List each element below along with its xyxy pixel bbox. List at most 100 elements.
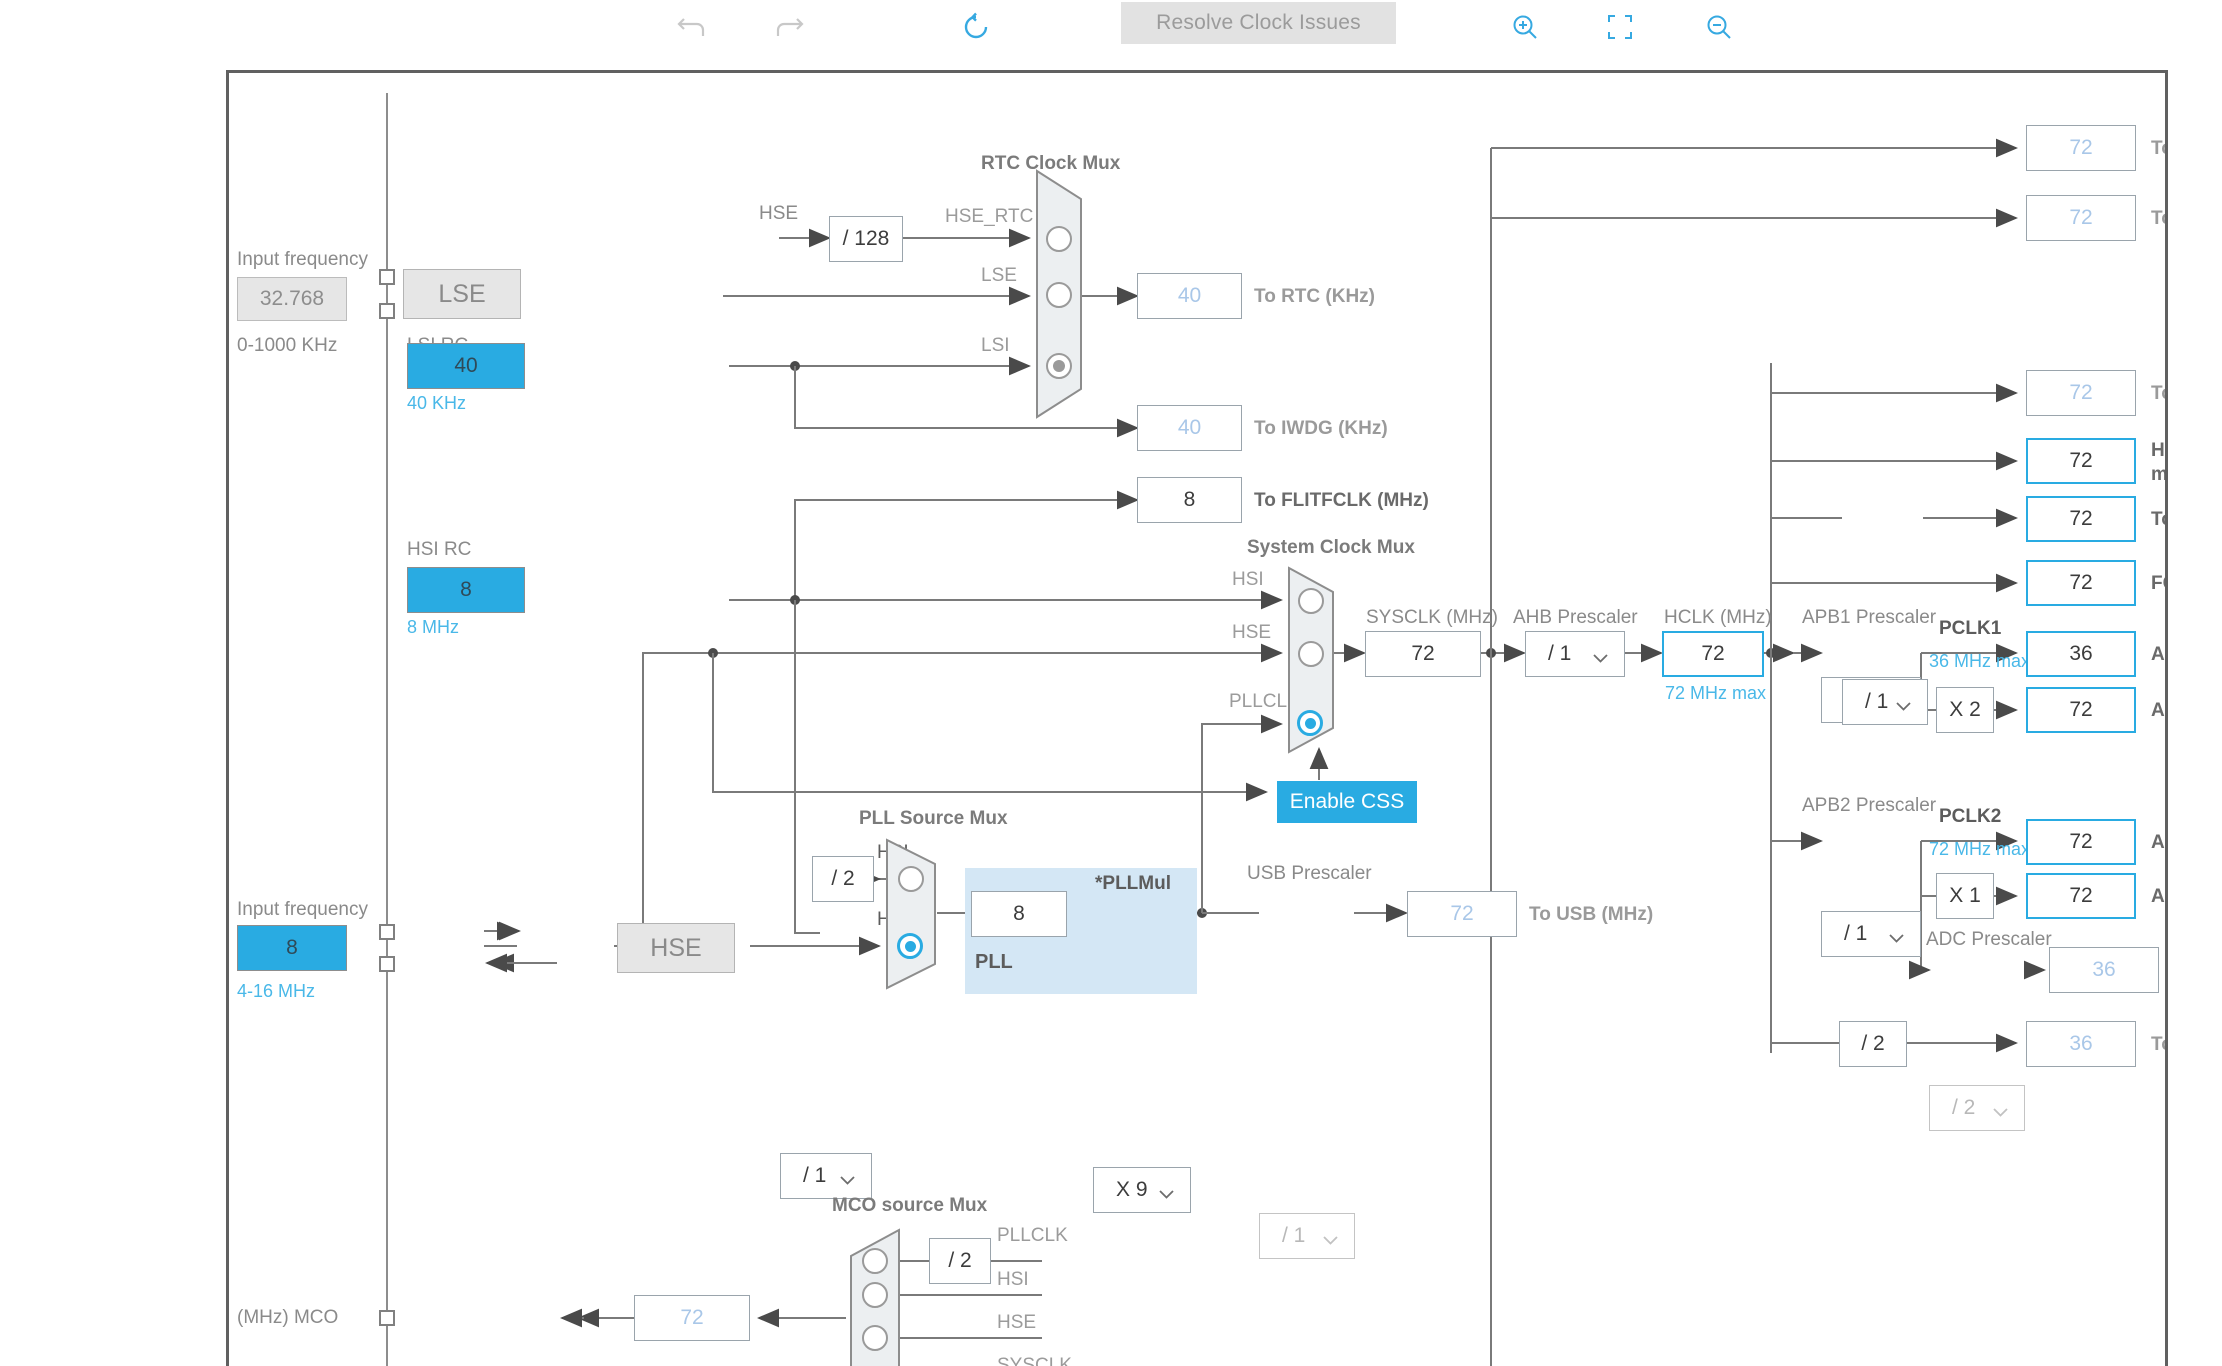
- clock-tree-diagram: Input frequency 32.768 0-1000 KHz LSE LS…: [229, 73, 2165, 1366]
- lse-pin-osc-out[interactable]: [379, 303, 395, 319]
- fit-screen-icon: [1607, 14, 1633, 40]
- undo-button[interactable]: [665, 4, 719, 50]
- pll-source-mux-radio-hsi[interactable]: [898, 866, 924, 892]
- apb1-timer-multiplier: X 2: [1936, 687, 1994, 733]
- pll-source-mux-radio-hse[interactable]: [897, 933, 923, 959]
- apb2-prescaler-select[interactable]: / 1: [1821, 911, 1921, 957]
- sdio-divider: / 2: [1839, 1021, 1907, 1067]
- usb-prescaler-label: USB Prescaler: [1247, 863, 1372, 884]
- mco-mux-radio-hsi[interactable]: [862, 1282, 888, 1308]
- sysclk-mux-radio-pllclk[interactable]: [1297, 710, 1323, 736]
- mco-source-mux-title: MCO source Mux: [832, 1195, 988, 1216]
- adc-prescaler-value: / 2: [1952, 1096, 1976, 1119]
- sysclk-value: 72: [1365, 631, 1481, 677]
- hsi-value-field[interactable]: 8: [407, 567, 525, 613]
- reset-button[interactable]: [949, 4, 1003, 50]
- pllmul-label: *PLLMul: [1095, 873, 1171, 894]
- apb2-timer-label: APB2 timer clocks (MHz): [2151, 886, 2165, 907]
- pclk1-label: PCLK1: [1939, 618, 2002, 639]
- apb2-periph-value[interactable]: 72: [2026, 819, 2136, 865]
- fit-screen-button[interactable]: [1593, 4, 1647, 50]
- chevron-down-icon: [840, 1176, 855, 1185]
- pll-group-label: PLL: [975, 951, 1013, 973]
- hclk-ahb-label: HCLK to AHB bus, core, memory and DMA (M…: [2151, 439, 2168, 487]
- adc-prescaler-select[interactable]: / 2: [1929, 1085, 2025, 1131]
- mco-mux-input-label-hse: HSE: [997, 1312, 1037, 1333]
- to-adc-value: 36: [2049, 947, 2159, 993]
- hse-oscillator-block[interactable]: HSE: [617, 923, 735, 973]
- mco-pin[interactable]: [379, 1310, 395, 1326]
- rtc-hse-divider-128: / 128: [829, 216, 903, 262]
- apb2-periph-label: APB2 peripheral clocks (MHz): [2151, 832, 2165, 853]
- redo-icon: [774, 14, 804, 40]
- hsi-unit-label: 8 MHz: [407, 617, 460, 637]
- apb1-periph-label: APB1 peripheral clocks (MHz): [2151, 644, 2165, 665]
- mco-output-label: (MHz) MCO: [237, 1307, 339, 1328]
- hse-input-frequency-field[interactable]: 8: [237, 925, 347, 971]
- apb1-periph-value[interactable]: 36: [2026, 631, 2136, 677]
- zoom-out-button[interactable]: [1692, 4, 1746, 50]
- ahb-prescaler-select[interactable]: / 1: [1525, 631, 1625, 677]
- pllmul-value: X 9: [1116, 1178, 1148, 1201]
- sysclk-mux-radio-hse[interactable]: [1298, 641, 1324, 667]
- lse-oscillator-block[interactable]: LSE: [403, 269, 521, 319]
- to-rtc-value: 40: [1137, 273, 1242, 319]
- enable-css-button[interactable]: Enable CSS: [1277, 781, 1417, 823]
- to-sdio-bottom-value: 36: [2026, 1021, 2136, 1067]
- mco-mux-radio-pllclk[interactable]: [862, 1248, 888, 1274]
- ahb-prescaler-label: AHB Prescaler: [1513, 607, 1638, 628]
- pll-source-mux[interactable]: [885, 838, 937, 990]
- lse-input-frequency-label: Input frequency: [237, 249, 368, 270]
- rtc-clock-mux[interactable]: [1035, 169, 1083, 419]
- cortex-prescaler-select[interactable]: / 1: [1842, 679, 1928, 725]
- hclk-ahb-value[interactable]: 72: [2026, 438, 2136, 484]
- mco-source-mux[interactable]: [849, 1228, 901, 1366]
- hclk-ahb-label-line2: memory and DMA (MHz): [2151, 464, 2168, 485]
- hse-pin-osc-in[interactable]: [379, 924, 395, 940]
- apb2-timer-value[interactable]: 72: [2026, 873, 2136, 919]
- pclk2-max-label: 72 MHz max: [1929, 839, 2031, 859]
- lse-pin-osc-in[interactable]: [379, 269, 395, 285]
- hclk-value[interactable]: 72: [1662, 631, 1764, 677]
- zoom-in-button[interactable]: [1498, 4, 1552, 50]
- lse-input-frequency-field[interactable]: 32.768: [237, 277, 347, 321]
- clock-configuration-canvas[interactable]: Input frequency 32.768 0-1000 KHz LSE LS…: [226, 70, 2168, 1366]
- to-flitfclk-label: To FLITFCLK (MHz): [1254, 490, 1429, 511]
- to-flitfclk-value: 8: [1137, 477, 1242, 523]
- rtc-mux-input-label-hse-rtc: HSE_RTC: [945, 206, 1034, 227]
- chevron-down-icon: [1159, 1190, 1174, 1199]
- rtc-mux-radio-hse-rtc[interactable]: [1046, 226, 1072, 252]
- lsi-value-field[interactable]: 40: [407, 343, 525, 389]
- to-i2s2-value: 72: [2026, 125, 2136, 171]
- cortex-timer-label: To Cortex System timer (MHz): [2151, 509, 2165, 530]
- pll-input-value: 8: [971, 891, 1067, 937]
- apb1-timer-value[interactable]: 72: [2026, 687, 2136, 733]
- rtc-mux-radio-lsi[interactable]: [1046, 353, 1072, 379]
- system-clock-mux[interactable]: [1287, 566, 1335, 754]
- chevron-down-icon: [1323, 1236, 1338, 1245]
- mco-mux-radio-hse[interactable]: [862, 1325, 888, 1351]
- usb-prescaler-select[interactable]: / 1: [1259, 1213, 1355, 1259]
- sysclk-mux-radio-hsi[interactable]: [1298, 588, 1324, 614]
- cortex-timer-value[interactable]: 72: [2026, 496, 2136, 542]
- redo-button[interactable]: [762, 4, 816, 50]
- resolve-clock-issues-button[interactable]: Resolve Clock Issues: [1121, 2, 1396, 44]
- fclk-label: FCLK (MHz): [2151, 573, 2165, 594]
- rtc-mux-input-label-lse: LSE: [981, 265, 1017, 286]
- hse-divider-select[interactable]: / 1: [780, 1153, 872, 1199]
- fclk-value[interactable]: 72: [2026, 560, 2136, 606]
- hse-divider-value: / 1: [803, 1164, 827, 1187]
- hclk-label: HCLK (MHz): [1664, 607, 1772, 628]
- to-sdio-bottom-label: To SDIO (MHz): [2151, 1034, 2165, 1055]
- hse-pin-osc-out[interactable]: [379, 956, 395, 972]
- rtc-mux-radio-lse[interactable]: [1046, 282, 1072, 308]
- ahb-prescaler-value: / 1: [1548, 642, 1572, 665]
- pll-source-mux-title: PLL Source Mux: [859, 808, 1008, 829]
- apb2-prescaler-value: / 1: [1844, 922, 1868, 945]
- sysclk-mux-input-label-hse: HSE: [1232, 622, 1272, 643]
- chevron-down-icon: [1889, 934, 1904, 943]
- pllmul-select[interactable]: X 9: [1093, 1167, 1191, 1213]
- apb1-prescaler-label: APB1 Prescaler: [1802, 607, 1937, 628]
- cortex-prescaler-value: / 1: [1865, 690, 1889, 713]
- to-i2s3-label: To I2S3 (MHz): [2151, 208, 2165, 229]
